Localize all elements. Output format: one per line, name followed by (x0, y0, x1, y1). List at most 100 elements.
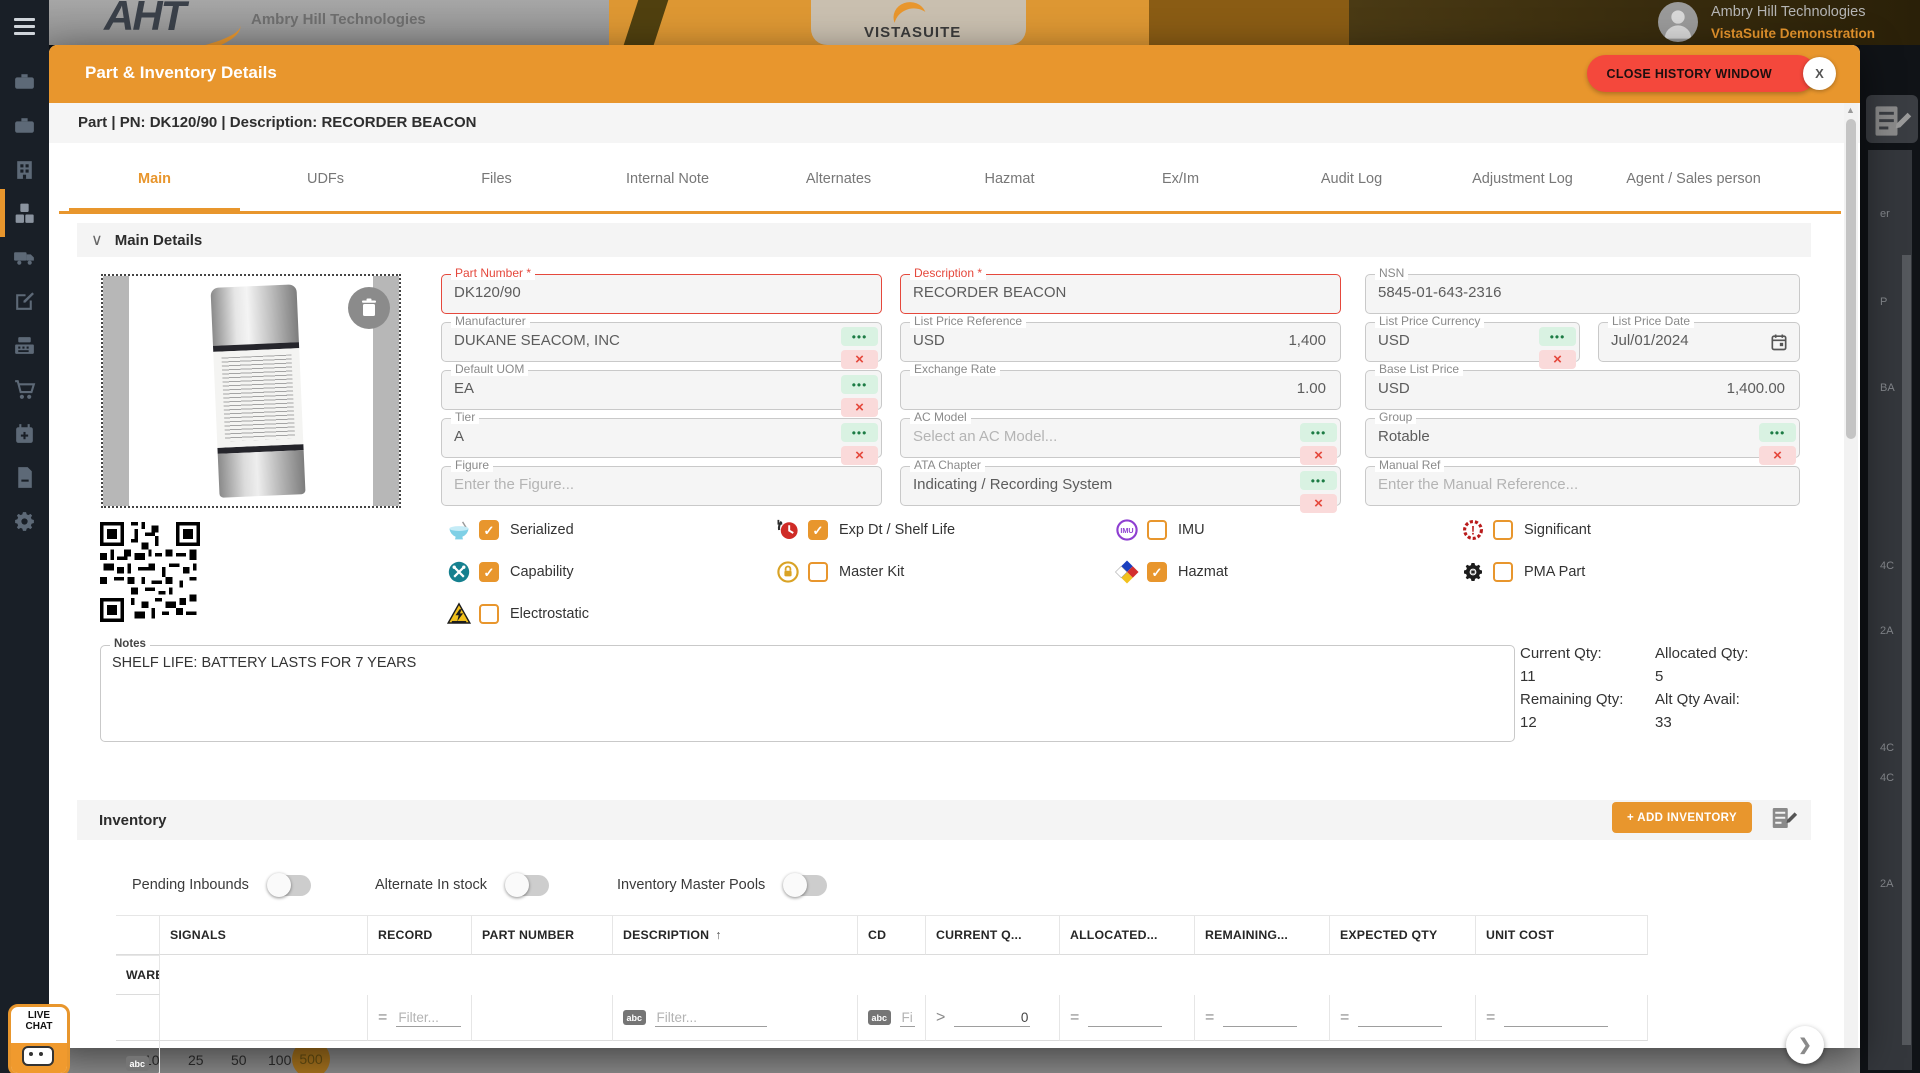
tab-main[interactable]: Main (69, 149, 240, 211)
cd-filter-input[interactable] (900, 1009, 915, 1027)
tab-agent-sales-person[interactable]: Agent / Sales person (1608, 149, 1779, 211)
tab-internal-note[interactable]: Internal Note (582, 149, 753, 211)
group-clear-button[interactable]: × (1759, 446, 1796, 465)
gear-icon[interactable] (12, 509, 37, 534)
hazmat-checkbox[interactable]: ✓ (1147, 562, 1167, 582)
modal-scrollbar-thumb[interactable] (1846, 119, 1856, 439)
close-icon[interactable]: X (1803, 57, 1836, 90)
col-allocated-qty[interactable]: ALLOCATED... (1060, 915, 1195, 955)
inventory-master-pools-toggle[interactable] (785, 875, 827, 896)
allocated-filter-input[interactable] (1088, 1009, 1162, 1027)
equals-operator-icon[interactable]: = (378, 1009, 387, 1027)
exchange-rate-field[interactable]: Exchange Rate 1.00 (900, 370, 1341, 410)
ata-chapter-field[interactable]: ATA Chapter Indicating / Recording Syste… (900, 466, 1341, 506)
col-record[interactable]: RECORD (368, 915, 472, 955)
group-field[interactable]: Group Rotable •••× (1365, 418, 1800, 458)
tab-audit-log[interactable]: Audit Log (1266, 149, 1437, 211)
pma-part-checkbox[interactable] (1493, 562, 1513, 582)
description-filter-input[interactable] (655, 1009, 767, 1027)
tab-adjustment-log[interactable]: Adjustment Log (1437, 149, 1608, 211)
warehouse-filter-input[interactable] (158, 1055, 160, 1073)
manufacturer-lookup-button[interactable]: ••• (841, 327, 878, 346)
uom-lookup-button[interactable]: ••• (841, 375, 878, 394)
expected-filter-input[interactable] (1358, 1009, 1442, 1027)
unit-cost-filter-input[interactable] (1504, 1009, 1608, 1027)
add-inventory-button[interactable]: + ADD INVENTORY (1612, 802, 1752, 833)
default-uom-field[interactable]: Default UOM EA •••× (441, 370, 882, 410)
greater-than-operator-icon[interactable]: > (936, 1009, 945, 1027)
delete-image-button[interactable] (348, 287, 390, 329)
notes-field[interactable]: Notes SHELF LIFE: BATTERY LASTS FOR 7 YE… (100, 645, 1515, 742)
ac-model-field[interactable]: AC Model Select an AC Model... •••× (900, 418, 1341, 458)
col-signals[interactable]: SIGNALS (160, 915, 368, 955)
tab-hazmat[interactable]: Hazmat (924, 149, 1095, 211)
tab-udfs[interactable]: UDFs (240, 149, 411, 211)
col-part-number[interactable]: PART NUMBER (472, 915, 613, 955)
register-icon[interactable] (12, 333, 37, 358)
scroll-next-button[interactable]: ❯ (1786, 1026, 1824, 1064)
text-filter-icon[interactable]: abc (126, 1056, 149, 1071)
tab-alternates[interactable]: Alternates (753, 149, 924, 211)
shelf-life-checkbox[interactable]: ✓ (808, 520, 828, 540)
menu-icon[interactable] (12, 14, 37, 39)
col-warehouse[interactable]: WAREHOUSE (116, 955, 160, 995)
text-filter-icon[interactable]: abc (623, 1010, 646, 1025)
calendar-icon[interactable] (1769, 332, 1789, 352)
tier-field[interactable]: Tier A •••× (441, 418, 882, 458)
col-cd[interactable]: CD (858, 915, 926, 955)
serialized-checkbox[interactable]: ✓ (479, 520, 499, 540)
list-price-reference-field[interactable]: List Price Reference USD 1,400 (900, 322, 1341, 362)
col-current-qty[interactable]: CURRENT Q... (926, 915, 1060, 955)
currency-lookup-button[interactable]: ••• (1539, 327, 1576, 346)
col-description[interactable]: DESCRIPTION↑ (613, 915, 858, 955)
list-price-date-field[interactable]: List Price Date Jul/01/2024 (1598, 322, 1800, 362)
tier-clear-button[interactable]: × (841, 446, 878, 465)
uom-clear-button[interactable]: × (841, 398, 878, 417)
equals-operator-icon[interactable]: = (1486, 1009, 1495, 1027)
list-price-currency-field[interactable]: List Price Currency USD •••× (1365, 322, 1580, 362)
remaining-filter-input[interactable] (1223, 1009, 1297, 1027)
capability-checkbox[interactable]: ✓ (479, 562, 499, 582)
document-icon[interactable] (12, 465, 37, 490)
truck-icon[interactable] (12, 245, 37, 270)
equals-operator-icon[interactable]: = (1070, 1009, 1079, 1027)
cart-icon[interactable] (12, 377, 37, 402)
record-filter-input[interactable] (396, 1009, 461, 1027)
equals-operator-icon[interactable]: = (1205, 1009, 1214, 1027)
description-field[interactable]: Description * RECORDER BEACON (900, 274, 1341, 314)
ata-clear-button[interactable]: × (1300, 494, 1337, 513)
figure-field[interactable]: Figure Enter the Figure... (441, 466, 882, 506)
part-number-field[interactable]: Part Number * DK120/90 (441, 274, 882, 314)
ata-lookup-button[interactable]: ••• (1300, 471, 1337, 490)
briefcase-alt-icon[interactable] (12, 113, 37, 138)
col-unit-cost[interactable]: UNIT COST (1476, 915, 1648, 955)
master-kit-checkbox[interactable] (808, 562, 828, 582)
tab-files[interactable]: Files (411, 149, 582, 211)
building-icon[interactable] (12, 157, 37, 182)
col-remaining-qty[interactable]: REMAINING... (1195, 915, 1330, 955)
group-lookup-button[interactable]: ••• (1759, 423, 1796, 442)
current-qty-filter-input[interactable] (954, 1009, 1030, 1027)
alternate-in-stock-toggle[interactable] (507, 875, 549, 896)
pending-inbounds-toggle[interactable] (269, 875, 311, 896)
ac-model-lookup-button[interactable]: ••• (1300, 423, 1337, 442)
currency-clear-button[interactable]: × (1539, 350, 1576, 369)
live-chat-widget[interactable]: LIVE CHAT (8, 1004, 70, 1073)
part-image-frame[interactable] (101, 274, 401, 508)
avatar[interactable] (1658, 2, 1698, 42)
manufacturer-field[interactable]: Manufacturer DUKANE SEACOM, INC •••× (441, 322, 882, 362)
close-history-window-button[interactable]: CLOSE HISTORY WINDOW (1587, 55, 1817, 92)
nsn-field[interactable]: NSN 5845-01-643-2316 (1365, 274, 1800, 314)
background-scrollbar-thumb[interactable] (1902, 255, 1911, 1045)
edit-note-icon[interactable] (12, 289, 37, 314)
text-filter-icon[interactable]: abc (868, 1010, 891, 1025)
calendar-add-icon[interactable] (12, 421, 37, 446)
tier-lookup-button[interactable]: ••• (841, 423, 878, 442)
briefcase-icon[interactable] (12, 69, 37, 94)
col-expected-qty[interactable]: EXPECTED QTY (1330, 915, 1476, 955)
significant-checkbox[interactable] (1493, 520, 1513, 540)
equals-operator-icon[interactable]: = (1340, 1009, 1349, 1027)
imu-checkbox[interactable] (1147, 520, 1167, 540)
manufacturer-clear-button[interactable]: × (841, 350, 878, 369)
ac-model-clear-button[interactable]: × (1300, 446, 1337, 465)
